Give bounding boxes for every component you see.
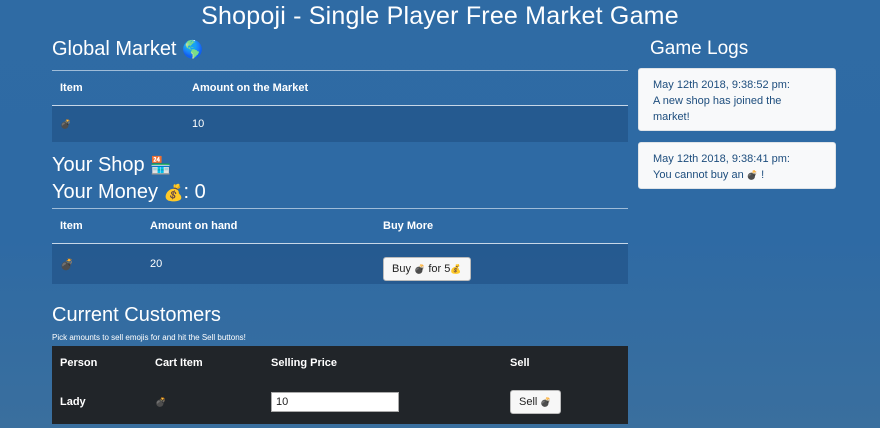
log-message-text: You cannot buy an [653, 169, 744, 181]
customers-hint: Pick amounts to sell emojis for and hit … [52, 333, 246, 342]
page-title: Shopoji - Single Player Free Market Game [201, 2, 679, 30]
buy-label: Buy [392, 263, 411, 275]
column-header: Amount on hand [142, 208, 375, 244]
table-row: Lady 💣 Sell 💣 [52, 380, 628, 424]
shop-amount: 20 [142, 243, 375, 284]
table-row: 💣 20 Buy 💣 for 5💰 [52, 243, 628, 284]
log-entry: May 12th 2018, 9:38:52 pm: A new shop ha… [638, 68, 836, 131]
shop-icon: 🏪 [150, 156, 172, 175]
sell-label: Sell [519, 396, 538, 408]
money-value: : 0 [183, 181, 206, 203]
table-header-row: Item Amount on the Market [52, 70, 628, 106]
log-time: May 12th 2018, 9:38:52 pm: [653, 79, 790, 91]
bomb-icon: 💣 [155, 396, 167, 407]
table-row: 💣 10 [52, 105, 628, 142]
customer-person: Lady [60, 396, 86, 408]
column-header: Item [52, 208, 142, 244]
current-customers-heading: Current Customers [52, 304, 221, 326]
table-header-row: Person Cart Item Selling Price Sell [52, 346, 628, 380]
your-shop-heading: Your Shop 🏪 [52, 154, 628, 177]
shop-table: Item Amount on hand Buy More 💣 20 Buy 💣 … [52, 208, 628, 284]
customers-table: Person Cart Item Selling Price Sell Lady… [52, 346, 628, 424]
game-logs-heading: Game Logs [650, 38, 749, 59]
column-header: Sell [510, 357, 530, 369]
main-column: Global Market 🌎 Item Amount on the Marke… [52, 38, 628, 424]
log-entry: May 12th 2018, 9:38:41 pm: You cannot bu… [638, 142, 836, 189]
money-bag-icon: 💰 [163, 185, 184, 202]
sell-cell: Sell 💣 [502, 380, 628, 424]
log-time: May 12th 2018, 9:38:41 pm: [653, 153, 790, 165]
money-bag-icon: 💰 [450, 264, 462, 274]
bomb-icon: 💣 [52, 105, 184, 142]
log-message-end: ! [761, 169, 765, 181]
buy-button[interactable]: Buy 💣 for 5💰 [383, 257, 471, 281]
price-cell [263, 380, 502, 424]
bomb-icon: 💣 [52, 243, 142, 284]
bomb-icon: 💣 [540, 397, 552, 407]
global-market-title: Global Market [52, 38, 177, 60]
bomb-icon: 💣 [414, 264, 426, 274]
your-money-label: Your Money [52, 181, 158, 203]
column-header: Selling Price [271, 357, 338, 369]
market-amount: 10 [184, 105, 628, 142]
game-logs-panel: Game Logs May 12th 2018, 9:38:52 pm: A n… [638, 38, 836, 200]
bomb-icon: 💣 [746, 170, 759, 180]
selling-price-input[interactable] [271, 392, 399, 412]
column-header: Cart Item [155, 357, 203, 369]
your-shop-title: Your Shop [52, 154, 145, 176]
column-header: Amount on the Market [184, 70, 628, 106]
your-money-heading: Your Money 💰: 0 [52, 181, 628, 204]
global-market-heading: Global Market 🌎 [52, 38, 628, 61]
table-header-row: Item Amount on hand Buy More [52, 208, 628, 244]
globe-icon: 🌎 [182, 40, 204, 59]
buy-cell: Buy 💣 for 5💰 [375, 243, 628, 284]
global-market-table: Item Amount on the Market 💣 10 [52, 70, 628, 142]
column-header: Buy More [375, 208, 628, 244]
sell-button[interactable]: Sell 💣 [510, 390, 561, 414]
column-header: Person [60, 357, 98, 369]
buy-price: for 5 [428, 263, 451, 275]
column-header: Item [52, 70, 184, 106]
log-message: A new shop has joined the market! [653, 95, 782, 123]
log-message: You cannot buy an 💣 ! [653, 167, 821, 183]
